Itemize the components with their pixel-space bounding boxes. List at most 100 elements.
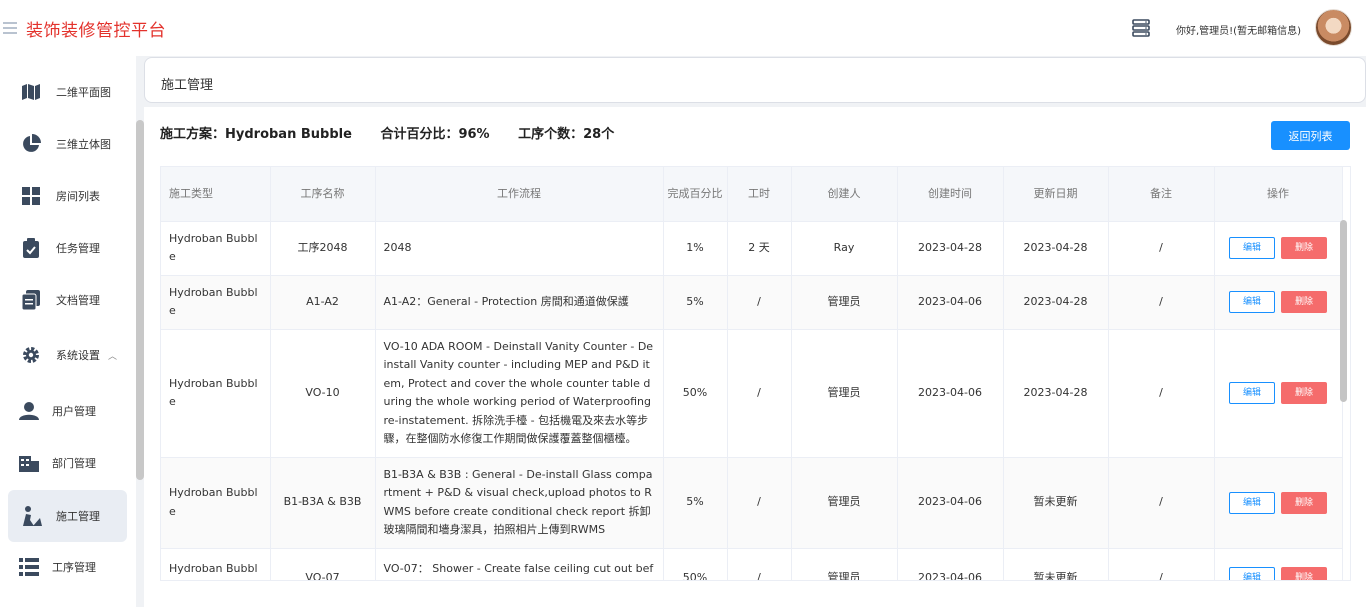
table-cell: /: [1108, 221, 1215, 276]
table-cell: Ray: [791, 221, 898, 276]
table-cell: VO-07： Shower - Create false ceiling cut…: [375, 548, 664, 580]
column-header: 更新日期: [1003, 167, 1109, 222]
menu-toggle-icon[interactable]: [3, 22, 17, 34]
table-cell: B1-B3A & B3B: [270, 457, 376, 549]
table-cell: Hydroban Bubble: [161, 329, 271, 458]
process-table: 施工类型 工序名称 工作流程 完成百分比 工时 创建人 创建时间 更新日期 备注…: [160, 166, 1351, 581]
clipboard-icon: [20, 237, 42, 259]
table-cell: /: [727, 457, 792, 549]
worker-icon: [20, 505, 42, 527]
table-cell: 50%: [663, 329, 728, 458]
user-icon: [18, 400, 40, 422]
table-cell-actions: 编辑 删除: [1214, 329, 1343, 458]
sidebar-item-label: 施工管理: [56, 510, 100, 523]
gear-icon: [20, 344, 42, 366]
edit-button[interactable]: 编辑: [1229, 237, 1275, 259]
table-cell: A1-A2：General - Protection 房間和通道做保護: [375, 275, 664, 330]
table-cell: 暂未更新: [1003, 548, 1109, 580]
table-cell-actions: 编辑 删除: [1214, 457, 1343, 549]
table-cell: B1-B3A & B3B : General - De-install Glas…: [375, 457, 664, 549]
sidebar-item-department-management[interactable]: 部门管理: [8, 437, 127, 489]
sidebar-item-process-management[interactable]: 工序管理: [8, 541, 127, 593]
table-cell: Hydroban Bubble: [161, 548, 271, 580]
column-header: 工序名称: [270, 167, 376, 222]
table-cell: VO-07: [270, 548, 376, 580]
sidebar-item-task-management[interactable]: 任务管理: [8, 222, 127, 274]
table-cell: 50%: [663, 548, 728, 580]
delete-button[interactable]: 删除: [1281, 567, 1327, 580]
table-cell: 管理员: [791, 548, 898, 580]
table-cell: 2023-04-28: [1003, 275, 1109, 330]
table-row: Hydroban Bubble A1-A2 A1-A2：General - Prot…: [161, 275, 1343, 330]
table-cell-actions: 编辑 删除: [1214, 548, 1343, 580]
column-header: 操作: [1214, 167, 1343, 222]
app-title: 装饰装修管控平台: [26, 21, 166, 41]
sidebar-item-label: 文档管理: [56, 294, 100, 307]
sidebar: 二维平面图 三维立体图 房间列表 任务管理 文档管理 系统设置 ︿ 用户管理 部…: [0, 56, 136, 607]
building-icon: [18, 452, 40, 474]
table-scrollbar[interactable]: [1340, 220, 1347, 402]
delete-button[interactable]: 删除: [1281, 291, 1327, 313]
sidebar-item-label: 系统设置: [56, 349, 100, 362]
table-cell: 2023-04-06: [897, 275, 1004, 330]
table-cell: /: [1108, 275, 1215, 330]
sidebar-item-construction-management[interactable]: 施工管理: [8, 490, 127, 542]
delete-button[interactable]: 删除: [1281, 382, 1327, 404]
plan-summary: 施工方案：Hydroban Bubble 合计百分比：96% 工序个数：28个: [160, 123, 638, 142]
sidebar-item-label: 工序管理: [52, 561, 96, 574]
table-cell: /: [1108, 329, 1215, 458]
chevron-up-icon: ︿: [108, 351, 118, 362]
sidebar-item-2d-map[interactable]: 二维平面图: [8, 66, 127, 118]
main-content: 施工方案：Hydroban Bubble 合计百分比：96% 工序个数：28个 …: [144, 107, 1366, 607]
table-cell: /: [1108, 548, 1215, 580]
table-cell: 2023-04-28: [897, 221, 1004, 276]
table-row: Hydroban Bubble B1-B3A & B3B B1-B3A & B3B …: [161, 457, 1343, 549]
column-header: 工作流程: [375, 167, 664, 222]
grid-icon: [20, 185, 42, 207]
sidebar-item-label: 二维平面图: [56, 86, 111, 99]
column-header: 创建人: [791, 167, 898, 222]
table-cell: Hydroban Bubble: [161, 457, 271, 549]
sidebar-item-room-list[interactable]: 房间列表: [8, 170, 127, 222]
top-bar: 装饰装修管控平台 你好,管理员!(暂无邮箱信息): [0, 0, 1366, 56]
table-cell: VO-10: [270, 329, 376, 458]
table-cell: 管理员: [791, 329, 898, 458]
sidebar-scrollbar[interactable]: [136, 120, 144, 480]
sidebar-item-3d-view[interactable]: 三维立体图: [8, 118, 127, 170]
edit-button[interactable]: 编辑: [1229, 291, 1275, 313]
3d-pie-icon: [20, 133, 42, 155]
back-to-list-button[interactable]: 返回列表: [1271, 121, 1350, 150]
delete-button[interactable]: 删除: [1281, 237, 1327, 259]
avatar[interactable]: [1315, 9, 1352, 46]
breadcrumb-current: 施工管理: [161, 78, 214, 93]
table-header-row: 施工类型 工序名称 工作流程 完成百分比 工时 创建人 创建时间 更新日期 备注…: [161, 167, 1343, 222]
sidebar-item-system-settings[interactable]: 系统设置 ︿: [8, 329, 127, 381]
edit-button[interactable]: 编辑: [1229, 567, 1275, 580]
table-cell: 2 天: [727, 221, 792, 276]
column-header: 完成百分比: [663, 167, 728, 222]
edit-button[interactable]: 编辑: [1229, 491, 1275, 514]
table-cell: 5%: [663, 275, 728, 330]
sidebar-item-user-management[interactable]: 用户管理: [8, 385, 127, 437]
delete-button[interactable]: 删除: [1281, 491, 1327, 514]
column-header: 施工类型: [161, 167, 271, 222]
list-icon: [18, 556, 40, 578]
table-row: Hydroban Bubble 工序2048 2048 1% 2 天 Ray 2023-04…: [161, 221, 1343, 276]
table-cell: 2023-04-06: [897, 329, 1004, 458]
table-row: Hydroban Bubble VO-10 VO-10 ADA ROOM - Dei…: [161, 329, 1343, 458]
sidebar-item-document-management[interactable]: 文档管理: [8, 274, 127, 326]
table-cell: 2048: [375, 221, 664, 276]
table-cell: Hydroban Bubble: [161, 275, 271, 330]
edit-button[interactable]: 编辑: [1229, 382, 1275, 404]
process-count: 工序个数：28个: [518, 127, 615, 142]
table-cell: 2023-04-06: [897, 548, 1004, 580]
total-percent: 合计百分比：96%: [380, 127, 490, 142]
sidebar-item-label: 部门管理: [52, 457, 96, 470]
document-icon: [20, 289, 42, 311]
table-cell: VO-10 ADA ROOM - Deinstall Vanity Counte…: [375, 329, 664, 458]
table-cell-actions: 编辑 删除: [1214, 275, 1343, 330]
server-icon[interactable]: [1130, 17, 1152, 39]
table-cell: 2023-04-28: [1003, 329, 1109, 458]
table-cell: 5%: [663, 457, 728, 549]
table-cell: A1-A2: [270, 275, 376, 330]
